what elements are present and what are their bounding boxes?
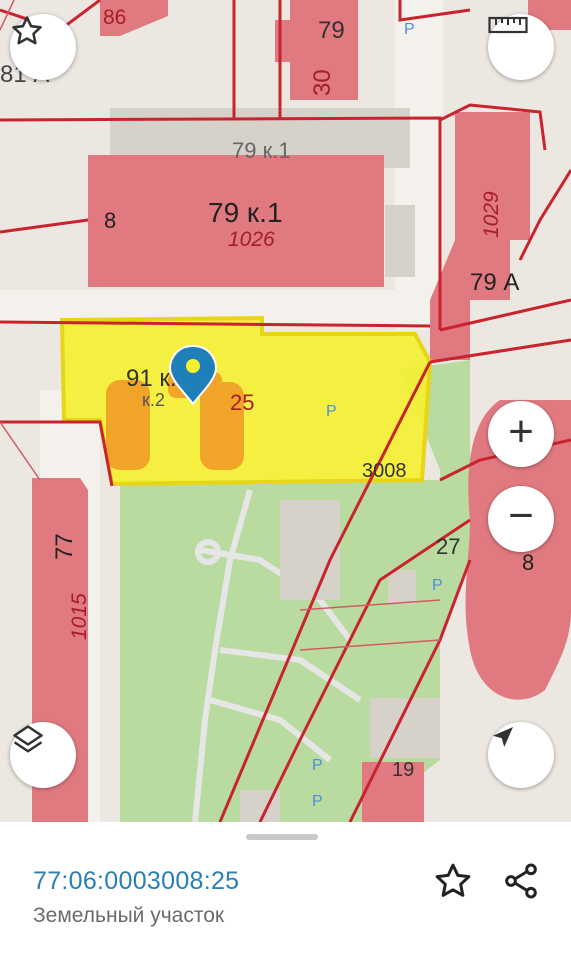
share-button[interactable]: [498, 858, 544, 904]
navigation-arrow-icon: [493, 727, 513, 747]
sheet-drag-handle[interactable]: [246, 834, 318, 840]
star-outline-icon: [435, 863, 471, 897]
zoom-out-button[interactable]: −: [488, 486, 554, 552]
label-parking-3: P: [404, 21, 415, 38]
cadastral-number[interactable]: 77:06:0003008:25: [33, 867, 239, 896]
map-canvas[interactable]: 86 79 81 А 79 к.1 79 к.1 1026 8 79 А 91 …: [0, 0, 571, 822]
label-8-right: 8: [522, 550, 534, 575]
label-79a: 79 А: [470, 269, 519, 296]
favorite-button[interactable]: [10, 14, 76, 80]
label-25: 25: [230, 390, 254, 415]
ruler-button[interactable]: [488, 14, 554, 80]
label-1015: 1015: [68, 593, 91, 640]
label-k2: к.2: [142, 390, 165, 410]
label-19: 19: [392, 759, 414, 781]
label-8-left: 8: [104, 208, 116, 233]
star-outline-icon: [12, 16, 42, 45]
locate-button[interactable]: [488, 722, 554, 788]
label-79k1-top: 79 к.1: [232, 138, 291, 163]
label-79k1: 79 к.1: [208, 197, 283, 228]
minus-icon: −: [508, 491, 534, 540]
ruler-icon: [488, 16, 528, 34]
label-parking-1: P: [326, 403, 337, 420]
label-house-79-top: 79: [318, 17, 345, 44]
label-parking-4: P: [312, 757, 323, 774]
object-type: Земельный участок: [33, 904, 225, 927]
favorite-sheet-button[interactable]: [430, 858, 476, 904]
label-30: 30: [309, 69, 336, 96]
zoom-in-button[interactable]: +: [488, 401, 554, 467]
object-info-sheet[interactable]: 77:06:0003008:25 Земельный участок: [0, 822, 571, 960]
map-view[interactable]: 86 79 81 А 79 к.1 79 к.1 1026 8 79 А 91 …: [0, 0, 571, 822]
share-icon: [505, 863, 537, 899]
label-3008: 3008: [362, 460, 407, 482]
label-77: 77: [51, 533, 78, 560]
label-1026: 1026: [228, 228, 275, 251]
label-1029: 1029: [480, 191, 503, 238]
layers-icon: [13, 725, 43, 753]
label-parking-2: P: [432, 577, 443, 594]
plus-icon: +: [508, 407, 534, 456]
layers-button[interactable]: [10, 722, 76, 788]
label-27: 27: [436, 534, 460, 559]
label-house-86: 86: [103, 6, 126, 29]
label-parking-5: P: [312, 793, 323, 810]
